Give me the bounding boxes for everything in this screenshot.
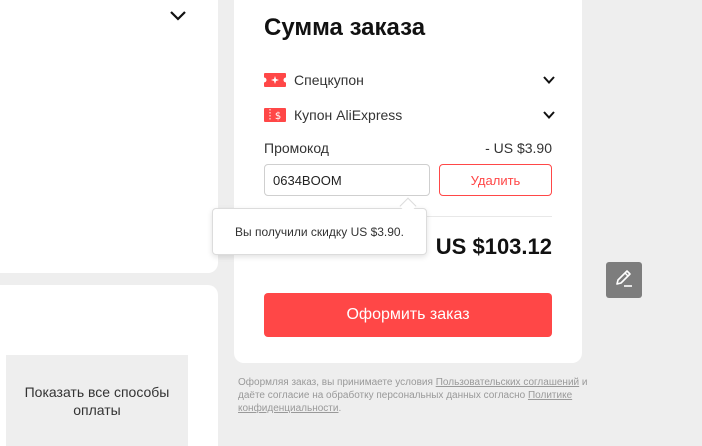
summary-title: Сумма заказа: [264, 14, 426, 41]
coupon-dollar-icon: $: [264, 108, 286, 122]
place-order-button[interactable]: Оформить заказ: [264, 293, 552, 337]
edit-button[interactable]: [606, 262, 642, 298]
ali-coupon-row[interactable]: $ Купон AliExpress: [264, 103, 556, 127]
legal-notice: Оформляя заказ, вы принимаете условия По…: [238, 376, 588, 415]
promo-code-label: Промокод: [264, 140, 329, 156]
left-top-card: [0, 0, 218, 273]
chevron-down-icon: [542, 108, 556, 122]
chevron-down-icon[interactable]: [168, 6, 188, 26]
ali-coupon-label: Купон AliExpress: [294, 107, 403, 123]
order-total: US $103.12: [435, 234, 552, 259]
legal-text-3: .: [338, 403, 342, 414]
discount-tooltip: Вы получили скидку US $3.90.: [212, 208, 427, 255]
tooltip-text: Вы получили скидку US $3.90.: [235, 224, 404, 239]
show-payment-methods-button[interactable]: Показать все способы оплаты: [6, 355, 188, 446]
coupon-ticket-icon: [261, 73, 289, 87]
promo-code-input[interactable]: [264, 164, 430, 196]
special-coupon-row[interactable]: Спецкупон: [261, 68, 556, 92]
promo-discount-value: - US $3.90: [485, 140, 552, 156]
user-agreement-link[interactable]: Пользовательских соглашений: [436, 377, 579, 388]
legal-text-1: Оформляя заказ, вы принимаете условия: [238, 377, 436, 388]
special-coupon-label: Спецкупон: [294, 72, 364, 88]
order-summary-card: Сумма заказа Спецкупон $ Купон AliExpres…: [234, 0, 582, 363]
pencil-icon: [613, 267, 635, 294]
chevron-down-icon: [542, 73, 556, 87]
svg-text:$: $: [275, 111, 281, 122]
remove-promo-button[interactable]: Удалить: [439, 164, 552, 196]
